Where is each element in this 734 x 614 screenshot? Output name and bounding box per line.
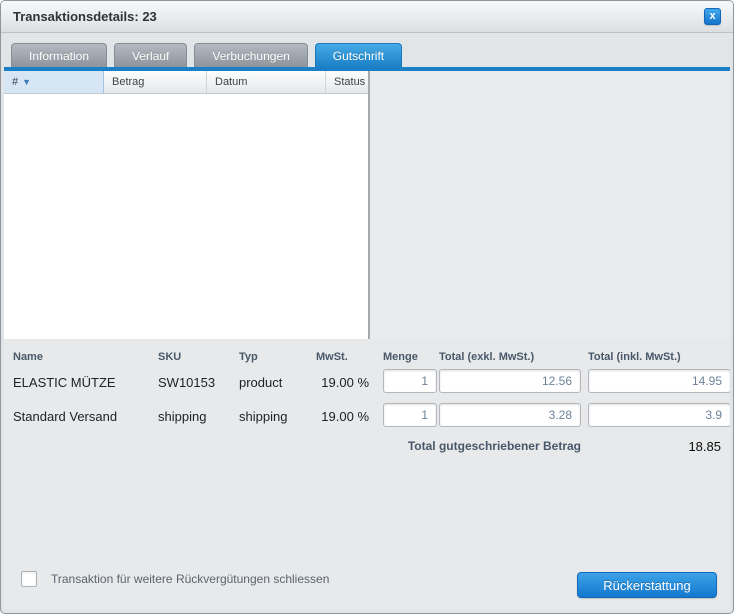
col-header-name: Name (13, 351, 153, 363)
refund-positions-section: Name SKU Typ MwSt. Menge Total (exkl. Mw… (4, 339, 730, 610)
grid-column-label-id: # (12, 76, 18, 88)
refund-row-product: ELASTIC MÜTZE SW10153 product 19.00 % (4, 369, 730, 397)
grid-column-header-status[interactable]: Status (326, 71, 368, 93)
detail-panel-empty (370, 71, 730, 339)
tab-information[interactable]: Information (11, 43, 107, 67)
grid-body-empty (4, 94, 368, 339)
close-icon[interactable]: x (704, 8, 721, 25)
total-excl-input[interactable] (439, 403, 581, 427)
close-transaction-checkbox[interactable] (21, 571, 37, 587)
grid-column-header-datum[interactable]: Datum (207, 71, 326, 93)
quantity-input[interactable] (383, 403, 437, 427)
cell-sku: SW10153 (158, 375, 236, 390)
total-incl-input[interactable] (588, 369, 730, 393)
refund-button[interactable]: Rückerstattung (577, 572, 717, 598)
tab-gutschrift[interactable]: Gutschrift (315, 43, 402, 67)
total-incl-input[interactable] (588, 403, 730, 427)
grid-column-header-betrag[interactable]: Betrag (104, 71, 207, 93)
close-transaction-option: Transaktion für weitere Rückvergütungen … (21, 571, 329, 587)
upper-split-region: #▼ Betrag Datum Status (4, 71, 730, 339)
credit-history-grid: #▼ Betrag Datum Status (4, 71, 370, 339)
tab-verbuchungen[interactable]: Verbuchungen (194, 43, 307, 67)
col-header-typ: Typ (239, 351, 314, 363)
cell-typ: product (239, 375, 314, 390)
cell-typ: shipping (239, 409, 314, 424)
grid-column-header-id[interactable]: #▼ (4, 71, 104, 93)
cell-mwst: 19.00 % (304, 409, 369, 424)
cell-name: ELASTIC MÜTZE (13, 375, 153, 390)
grid-header-row: #▼ Betrag Datum Status (4, 71, 368, 94)
total-credited-value: 18.85 (588, 439, 721, 454)
tab-content-gutschrift: #▼ Betrag Datum Status Name SKU Typ MwSt… (4, 71, 730, 610)
col-header-total-incl: Total (inkl. MwSt.) (588, 351, 730, 363)
col-header-sku: SKU (158, 351, 236, 363)
total-credited-label: Total gutgeschriebener Betrag (304, 439, 581, 453)
col-header-total-excl: Total (exkl. MwSt.) (439, 351, 581, 363)
col-header-menge: Menge (383, 351, 437, 363)
tab-verlauf[interactable]: Verlauf (114, 43, 187, 67)
sort-down-icon: ▼ (22, 77, 31, 87)
col-header-mwst: MwSt. (316, 351, 381, 363)
cell-name: Standard Versand (13, 409, 153, 424)
total-excl-input[interactable] (439, 369, 581, 393)
close-transaction-label: Transaktion für weitere Rückvergütungen … (51, 572, 329, 586)
transaction-details-window: Transaktionsdetails: 23 x Information Ve… (0, 0, 734, 614)
quantity-input[interactable] (383, 369, 437, 393)
refund-row-shipping: Standard Versand shipping shipping 19.00… (4, 403, 730, 431)
cell-sku: shipping (158, 409, 236, 424)
tab-bar: Information Verlauf Verbuchungen Gutschr… (1, 33, 733, 67)
window-title: Transaktionsdetails: 23 (13, 9, 704, 24)
cell-mwst: 19.00 % (304, 375, 369, 390)
window-titlebar: Transaktionsdetails: 23 x (1, 1, 733, 33)
